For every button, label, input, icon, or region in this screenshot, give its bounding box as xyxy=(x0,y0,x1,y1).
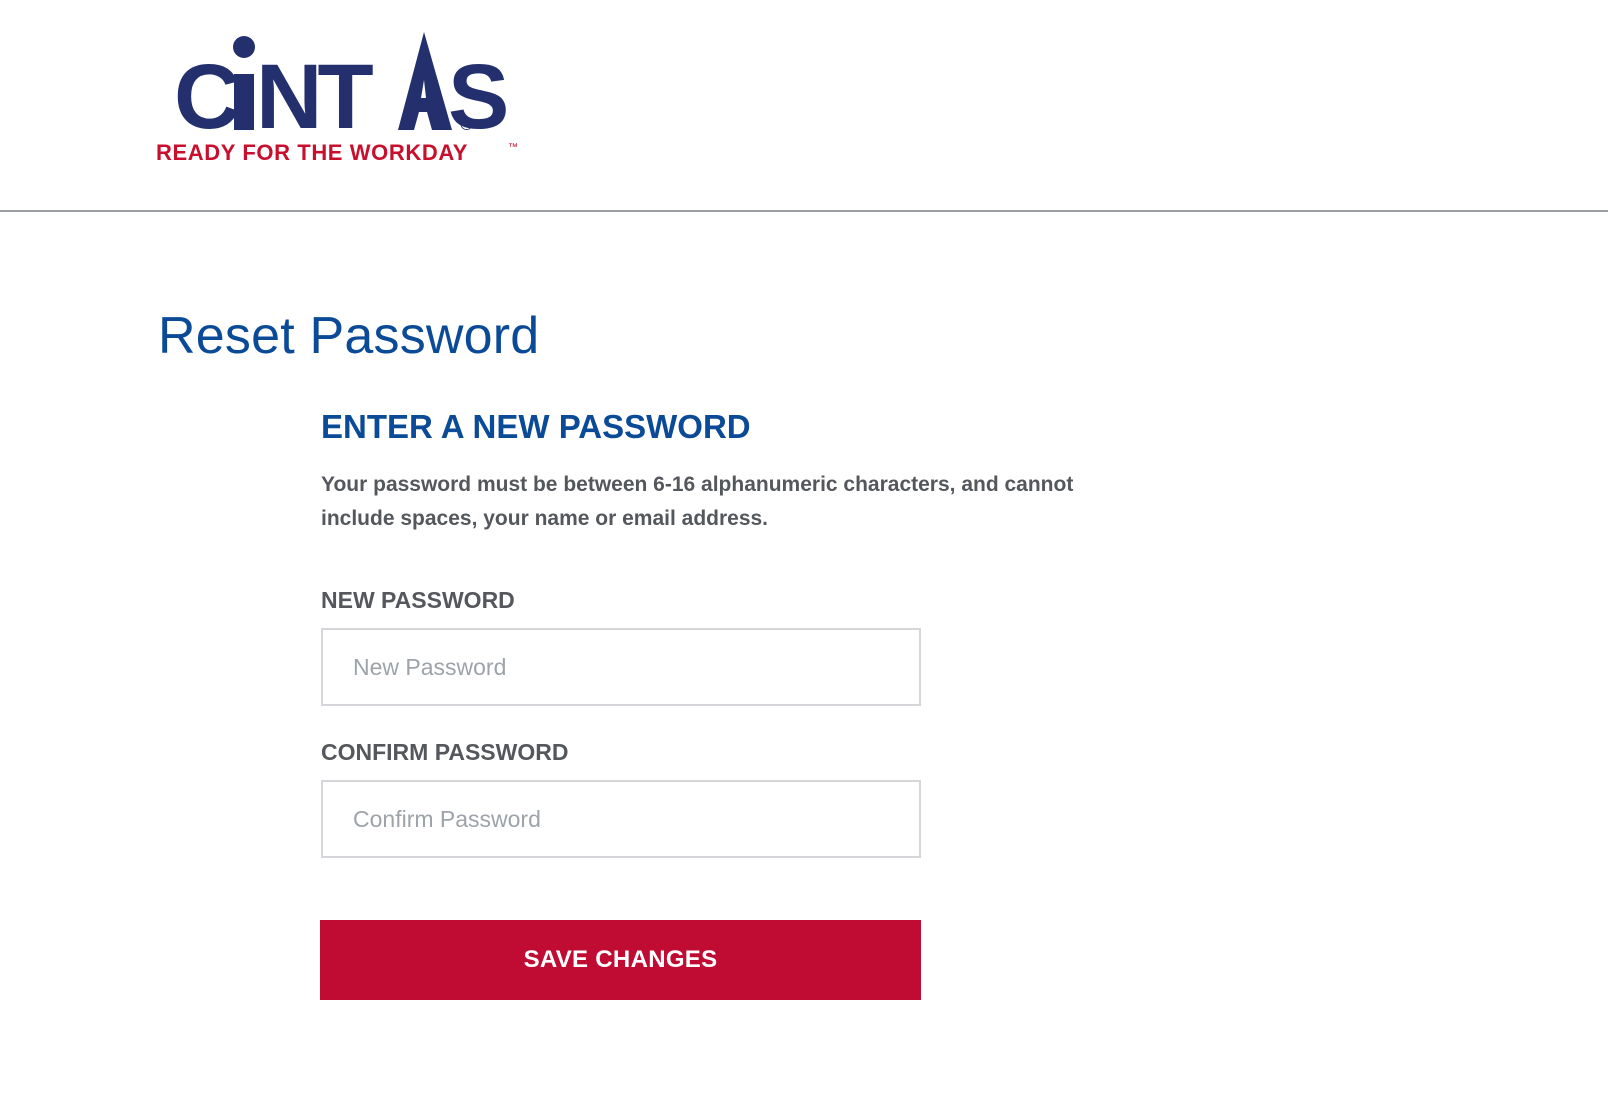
cintas-logo[interactable]: C NT S ® READY FOR THE WORKDAY ™ xyxy=(156,28,526,178)
svg-text:NT: NT xyxy=(256,46,373,148)
svg-text:READY FOR THE WORKDAY: READY FOR THE WORKDAY xyxy=(156,140,468,165)
form-heading: ENTER A NEW PASSWORD xyxy=(321,408,751,445)
svg-text:C: C xyxy=(174,46,238,148)
new-password-input[interactable] xyxy=(321,628,921,706)
svg-text:™: ™ xyxy=(508,142,518,153)
confirm-password-input[interactable] xyxy=(321,780,921,858)
confirm-password-label: CONFIRM PASSWORD xyxy=(321,739,569,765)
new-password-label: NEW PASSWORD xyxy=(321,587,515,613)
registered-mark-icon: ® xyxy=(460,114,473,134)
svg-text:S: S xyxy=(448,46,509,148)
save-changes-button[interactable]: SAVE CHANGES xyxy=(320,920,921,1000)
password-requirements: Your password must be between 6-16 alpha… xyxy=(321,473,1074,530)
cintas-logo-graphic: C NT S ® READY FOR THE WORKDAY ™ xyxy=(156,32,518,165)
site-header: C NT S ® READY FOR THE WORKDAY ™ xyxy=(0,0,1608,212)
page-title: Reset Password xyxy=(158,307,540,365)
